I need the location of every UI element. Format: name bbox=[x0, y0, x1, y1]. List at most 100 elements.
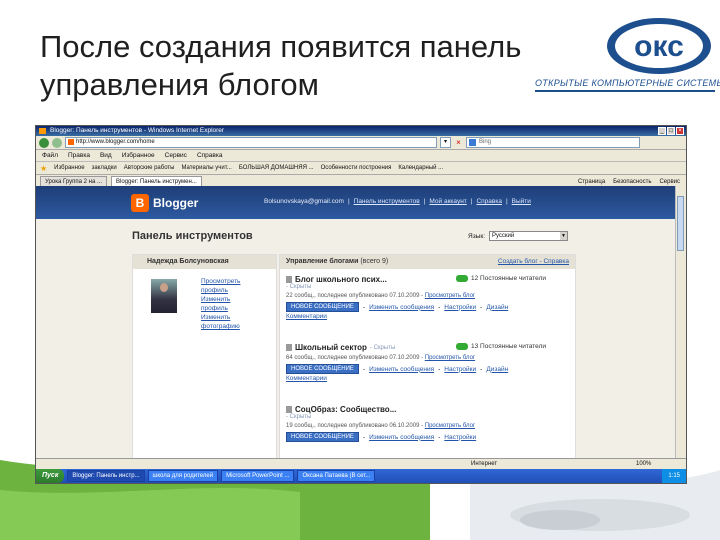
search-placeholder: Bing bbox=[479, 139, 492, 145]
forward-button[interactable] bbox=[52, 137, 62, 148]
edit-profile-link[interactable]: Изменить профиль bbox=[201, 295, 246, 313]
create-blog-link[interactable]: Создать блог - Справка bbox=[498, 255, 569, 269]
language-value: Русский bbox=[492, 233, 515, 239]
blogger-logo[interactable]: B Blogger bbox=[131, 194, 198, 212]
blog-item: СоцОбраз: Сообщество... - Скрыты 19 сооб… bbox=[286, 405, 571, 465]
taskbar-item[interactable]: Blogger: Панель инстр... bbox=[67, 470, 145, 482]
language-select[interactable]: Русский ▼ bbox=[489, 231, 568, 241]
manage-blogs-header: Управление блогами (всего 9) Создать бло… bbox=[280, 255, 575, 269]
stop-icon[interactable]: × bbox=[454, 138, 463, 147]
sign-out-link[interactable]: Выйти bbox=[512, 198, 531, 205]
blogger-logo-text: Blogger bbox=[153, 196, 199, 210]
tools-menu[interactable]: Сервис bbox=[659, 179, 680, 185]
window-titlebar: Blogger: Панель инструментов - Windows I… bbox=[36, 126, 686, 136]
dashboard-link[interactable]: Панель инструментов bbox=[354, 198, 420, 205]
maximize-button[interactable]: □ bbox=[667, 127, 675, 135]
menu-edit[interactable]: Правка bbox=[68, 152, 90, 159]
comments-link[interactable]: Комментарии bbox=[286, 313, 571, 320]
zoom-level[interactable]: 100% bbox=[636, 459, 651, 469]
settings-link[interactable]: Настройки bbox=[444, 366, 476, 373]
edit-photo-link[interactable]: Изменить фотографию bbox=[201, 313, 256, 331]
close-button[interactable]: × bbox=[676, 127, 684, 135]
blog-item: Школьный сектор - Скрыты 13 Постоянные ч… bbox=[286, 343, 571, 403]
favorite-link[interactable]: закладки bbox=[92, 165, 117, 171]
status-bar: Интернет 100% bbox=[36, 458, 686, 469]
blog-title[interactable]: СоцОбраз: Сообщество... bbox=[295, 405, 396, 414]
post-summary: 22 сообщ., последнее опубликовано 07.10.… bbox=[286, 293, 424, 299]
page-menu[interactable]: Страница bbox=[578, 179, 605, 185]
my-account-link[interactable]: Мой аккаунт bbox=[429, 198, 466, 205]
favorites-button[interactable]: Избранное bbox=[54, 165, 84, 171]
design-link[interactable]: Дизайн bbox=[486, 304, 508, 311]
blog-actions: НОВОЕ СООБЩЕНИЕ - Изменить сообщения - Н… bbox=[286, 302, 571, 312]
manage-blogs-panel: Управление блогами (всего 9) Создать бло… bbox=[279, 254, 576, 473]
dashboard-title: Панель инструментов bbox=[132, 230, 253, 242]
browser-screenshot: Blogger: Панель инструментов - Windows I… bbox=[35, 125, 687, 484]
taskbar-item[interactable]: Microsoft PowerPoint ... bbox=[221, 470, 295, 482]
taskbar: Пуск Blogger: Панель инстр... школа для … bbox=[36, 469, 686, 483]
blog-title[interactable]: Блог школьного псих... bbox=[295, 275, 387, 284]
blogger-favicon bbox=[68, 139, 74, 145]
view-blog-link[interactable]: Просмотреть блог bbox=[425, 293, 475, 299]
help-link[interactable]: Справка bbox=[476, 198, 502, 205]
menu-favorites[interactable]: Избранное bbox=[122, 152, 155, 159]
minimize-button[interactable]: _ bbox=[658, 127, 666, 135]
hidden-label: - Скрыты bbox=[286, 284, 312, 290]
command-bar: Страница Безопасность Сервис bbox=[578, 179, 686, 185]
search-input[interactable]: Bing bbox=[466, 137, 640, 148]
new-post-button[interactable]: НОВОЕ СООБЩЕНИЕ bbox=[286, 364, 359, 374]
new-post-button[interactable]: НОВОЕ СООБЩЕНИЕ bbox=[286, 302, 359, 312]
favorite-link[interactable]: БОЛЬШАЯ ДОМАШНЯЯ ... bbox=[239, 165, 314, 171]
design-link[interactable]: Дизайн bbox=[486, 366, 508, 373]
blog-actions: НОВОЕ СООБЩЕНИЕ - Изменить сообщения - Н… bbox=[286, 364, 571, 374]
view-blog-link[interactable]: Просмотреть блог bbox=[425, 423, 475, 429]
menu-file[interactable]: Файл bbox=[42, 152, 58, 159]
security-zone: Интернет bbox=[471, 461, 498, 467]
edit-posts-link[interactable]: Изменить сообщения bbox=[369, 304, 434, 311]
favorites-bar: ★ Избранное закладки Авторские работы Ма… bbox=[36, 162, 686, 175]
profile-panel: Надежда Болсуновская Просмотреть профиль… bbox=[132, 254, 277, 473]
favorite-link[interactable]: Материалы учит... bbox=[181, 165, 231, 171]
oks-logo-mark: окс bbox=[607, 18, 711, 74]
followers-count[interactable]: 12 Постоянные читатели bbox=[471, 275, 546, 282]
profile-name: Надежда Болсуновская bbox=[133, 255, 276, 269]
view-blog-link[interactable]: Просмотреть блог bbox=[425, 355, 475, 361]
address-input[interactable]: http://www.blogger.com/home bbox=[65, 137, 437, 148]
edit-posts-link[interactable]: Изменить сообщения bbox=[369, 366, 434, 373]
favorite-link[interactable]: Авторские работы bbox=[124, 165, 175, 171]
new-post-button[interactable]: НОВОЕ СООБЩЕНИЕ bbox=[286, 432, 359, 442]
edit-posts-link[interactable]: Изменить сообщения bbox=[369, 434, 434, 441]
vertical-scrollbar[interactable] bbox=[675, 186, 686, 473]
blog-title[interactable]: Школьный сектор bbox=[295, 343, 367, 352]
post-summary: 19 сообщ., последнее опубликовано 06.10.… bbox=[286, 423, 424, 429]
language-label: Язык: bbox=[468, 232, 485, 240]
menu-view[interactable]: Вид bbox=[100, 152, 112, 159]
hidden-label: - Скрыты bbox=[369, 344, 396, 351]
scrollbar-thumb[interactable] bbox=[677, 196, 684, 251]
taskbar-item[interactable]: школа для родителей bbox=[147, 470, 219, 482]
blog-count: (всего 9) bbox=[360, 258, 389, 265]
oks-logo: окс ОТКРЫТЫЕ КОМПЬЮТЕРНЫЕ СИСТЕМЫ bbox=[535, 8, 720, 98]
favorite-link[interactable]: Особенности построения bbox=[321, 165, 392, 171]
view-profile-link[interactable]: Просмотреть профиль bbox=[201, 277, 261, 295]
menu-tools[interactable]: Сервис bbox=[165, 152, 187, 159]
blog-meta: 64 сообщ., последнее опубликовано 07.10.… bbox=[286, 355, 571, 361]
followers-count[interactable]: 13 Постоянные читатели bbox=[471, 343, 546, 350]
settings-link[interactable]: Настройки bbox=[444, 434, 476, 441]
safety-menu[interactable]: Безопасность bbox=[613, 179, 651, 185]
settings-link[interactable]: Настройки bbox=[444, 304, 476, 311]
language-selector: Язык: Русский ▼ bbox=[468, 231, 568, 241]
menu-bar: Файл Правка Вид Избранное Сервис Справка bbox=[36, 150, 686, 162]
dropdown-arrow-icon[interactable]: ▾ bbox=[440, 137, 451, 148]
address-bar-row: http://www.blogger.com/home ▾ × Bing bbox=[36, 136, 686, 150]
blog-item: Блог школьного псих... 12 Постоянные чит… bbox=[286, 275, 571, 335]
menu-help[interactable]: Справка bbox=[197, 152, 223, 159]
favorite-link[interactable]: Календарный ... bbox=[398, 165, 443, 171]
back-button[interactable] bbox=[39, 137, 49, 148]
comments-link[interactable]: Комментарии bbox=[286, 375, 571, 382]
start-button[interactable]: Пуск bbox=[36, 469, 65, 483]
ie-icon bbox=[39, 128, 46, 134]
taskbar-item[interactable]: Оксана Патаева (В сет... bbox=[297, 470, 376, 482]
window-title: Blogger: Панель инструментов - Windows I… bbox=[50, 127, 225, 134]
window-controls: _ □ × bbox=[658, 127, 684, 135]
